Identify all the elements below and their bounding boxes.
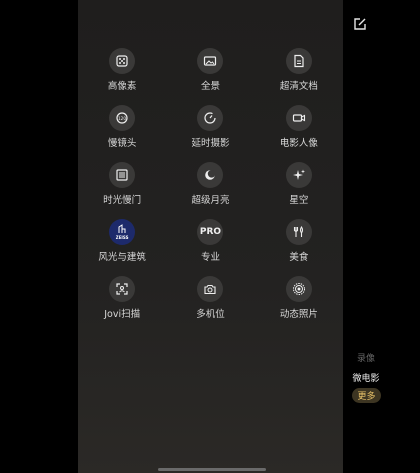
mode-food[interactable]: 美食	[255, 219, 343, 276]
mode-jovi-scan[interactable]: Jovi扫描	[78, 276, 166, 333]
moon-icon	[197, 162, 224, 188]
mode-pro[interactable]: PRO 专业	[166, 219, 254, 276]
timelapse-icon	[197, 105, 224, 131]
zeiss-badge: ZEISS	[115, 235, 129, 240]
mode-label: 多机位	[196, 309, 225, 320]
mode-landscape-architecture[interactable]: ZEISS 风光与建筑	[78, 219, 166, 276]
mode-label: 超清文档	[279, 81, 318, 92]
mode-panorama[interactable]: 全景	[166, 48, 254, 105]
mode-label: 全景	[200, 81, 220, 92]
cutlery-icon	[285, 219, 312, 245]
document-icon	[285, 48, 312, 74]
long-exposure-icon	[109, 162, 136, 188]
mode-switch-video[interactable]: 录像	[343, 351, 389, 364]
mode-label: 星空	[289, 195, 309, 206]
mode-live-photo[interactable]: 动态照片	[255, 276, 343, 333]
mode-movie-portrait[interactable]: 电影人像	[255, 105, 343, 162]
mode-label: 美食	[289, 252, 309, 263]
mode-high-resolution[interactable]: 高像素	[78, 48, 166, 105]
mode-multi-camera[interactable]: 多机位	[166, 276, 254, 333]
mode-label: 慢镜头	[107, 138, 137, 149]
pro-badge: PRO	[199, 227, 222, 237]
mode-label: 专业	[200, 252, 220, 263]
movie-camera-icon	[285, 105, 312, 131]
mode-timelapse[interactable]: 延时摄影	[166, 105, 254, 162]
svg-text:120: 120	[118, 116, 126, 121]
mode-super-moon[interactable]: 超级月亮	[166, 162, 254, 219]
home-indicator[interactable]	[158, 468, 266, 471]
zeiss-icon: ZEISS	[109, 219, 136, 245]
mode-document[interactable]: 超清文档	[255, 48, 343, 105]
mode-label: 延时摄影	[191, 138, 230, 149]
mode-grid: 高像素 全景 超清文档 120 慢镜头 延时摄影 电影人像 时光慢门 超级月亮 …	[78, 48, 343, 333]
live-photo-icon	[285, 276, 312, 302]
mode-switch-micro-movie[interactable]: 微电影	[343, 371, 389, 384]
mode-long-exposure[interactable]: 时光慢门	[78, 162, 166, 219]
scan-icon	[109, 276, 136, 302]
pro-icon: PRO	[197, 219, 224, 245]
mode-slow-motion[interactable]: 120 慢镜头	[78, 105, 166, 162]
multi-camera-icon	[197, 276, 224, 302]
mode-label: 超级月亮	[191, 195, 230, 206]
more-button[interactable]: 更多	[352, 388, 381, 403]
edit-icon[interactable]	[352, 16, 368, 32]
mode-label: 动态照片	[279, 309, 318, 320]
panorama-icon	[197, 48, 224, 74]
mode-label: Jovi扫描	[104, 309, 141, 320]
sparkle-icon	[285, 162, 312, 188]
dice-icon	[109, 48, 136, 74]
mode-label: 时光慢门	[103, 195, 142, 206]
mode-label: 风光与建筑	[98, 252, 146, 263]
mode-label: 电影人像	[279, 138, 318, 149]
mode-starry-sky[interactable]: 星空	[255, 162, 343, 219]
slow-motion-icon: 120	[109, 105, 136, 131]
mode-label: 高像素	[107, 81, 137, 92]
